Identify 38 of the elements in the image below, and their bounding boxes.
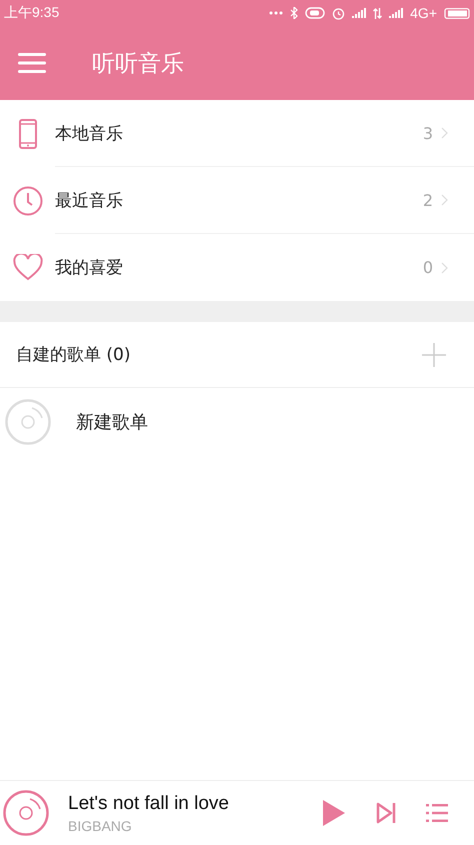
playlist-button[interactable] bbox=[426, 804, 448, 822]
menu-icon[interactable] bbox=[18, 53, 46, 73]
library-item[interactable]: 本地音乐 3 bbox=[0, 100, 474, 167]
library-item[interactable]: 最近音乐 2 bbox=[0, 167, 474, 234]
next-button[interactable] bbox=[376, 802, 396, 824]
library-label: 我的喜爱 bbox=[55, 257, 124, 279]
library-item[interactable]: 我的喜爱 0 bbox=[0, 234, 474, 301]
chevron-right-icon bbox=[441, 127, 448, 139]
battery-icon bbox=[444, 8, 470, 18]
item-count: 3 bbox=[422, 124, 433, 142]
phone-icon bbox=[18, 118, 36, 148]
song-title: Let's not fall in love bbox=[68, 792, 230, 814]
bluetooth-icon bbox=[290, 7, 298, 19]
add-icon[interactable] bbox=[422, 342, 446, 366]
heart-icon bbox=[12, 254, 42, 281]
app-title: 听听音乐 bbox=[92, 50, 184, 78]
signal-icon bbox=[389, 8, 404, 18]
status-time: 上午9:35 bbox=[4, 4, 60, 22]
chevron-right-icon bbox=[441, 194, 448, 206]
library-label: 最近音乐 bbox=[55, 190, 124, 212]
signal-icon bbox=[352, 8, 366, 18]
chevron-right-icon bbox=[441, 262, 448, 274]
disc-icon bbox=[5, 399, 51, 445]
library-label: 本地音乐 bbox=[55, 122, 124, 144]
alarm-icon bbox=[332, 6, 346, 20]
playlist-header: 自建的歌单 (0) bbox=[16, 344, 130, 366]
toggle-icon bbox=[305, 7, 326, 19]
playlist-name: 新建歌单 bbox=[76, 411, 148, 434]
song-artist: BIGBANG bbox=[68, 818, 133, 834]
item-count: 2 bbox=[422, 190, 433, 210]
network-type: 4G+ bbox=[410, 5, 437, 21]
playlist-item[interactable]: 新建歌单 bbox=[0, 388, 474, 456]
disc-icon bbox=[3, 790, 49, 836]
item-count: 0 bbox=[422, 258, 433, 277]
clock-icon bbox=[12, 186, 42, 216]
more-dots-icon bbox=[269, 11, 284, 15]
data-arrows-icon bbox=[373, 8, 382, 18]
play-button[interactable] bbox=[322, 799, 346, 827]
